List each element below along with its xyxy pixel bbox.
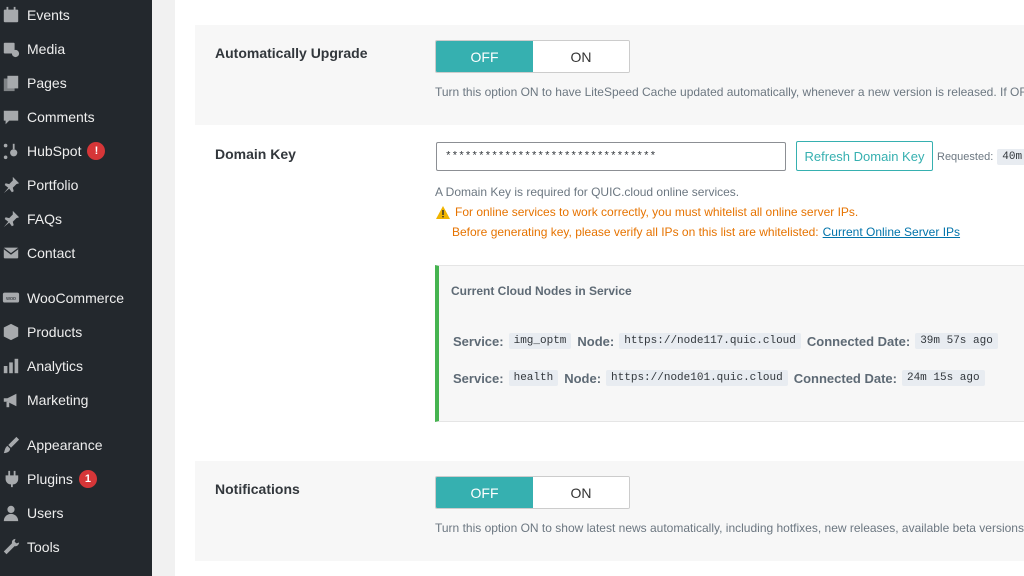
bar-chart-icon <box>1 356 21 376</box>
setting-row-auto-upgrade: Automatically Upgrade OFF ON Turn this o… <box>195 25 1024 125</box>
setting-label: Domain Key <box>215 146 296 162</box>
sidebar-item-analytics[interactable]: Analytics <box>0 351 152 381</box>
date-key: Connected Date: <box>793 370 897 386</box>
cloud-node-row: Service: health Node: https://node101.qu… <box>453 370 991 386</box>
sidebar-item-label: Tools <box>27 539 60 555</box>
sidebar-item-portfolio[interactable]: Portfolio <box>0 170 152 200</box>
user-icon <box>1 503 21 523</box>
cloud-nodes-title: Current Cloud Nodes in Service <box>451 284 632 298</box>
notifications-toggle[interactable]: OFF ON <box>435 476 630 509</box>
setting-description: Turn this option ON to show latest news … <box>435 521 1024 535</box>
cloud-nodes-panel: Current Cloud Nodes in Service Service: … <box>435 265 1024 422</box>
requested-status: Requested: 40m <box>937 149 1024 165</box>
sidebar-item-label: Pages <box>27 75 67 91</box>
current-online-server-ips-link[interactable]: Current Online Server IPs <box>823 225 960 239</box>
sidebar-item-label: Appearance <box>27 437 103 453</box>
sidebar-item-label: WooCommerce <box>27 290 124 306</box>
admin-sidebar: Events Media Pages Comments HubSpot ! Po… <box>0 0 152 576</box>
service-key: Service: <box>453 370 504 386</box>
svg-text:woo: woo <box>5 296 16 302</box>
requested-label: Requested: <box>937 151 994 163</box>
sidebar-item-media[interactable]: Media <box>0 34 152 64</box>
content-gutter <box>152 0 175 576</box>
sidebar-item-label: Events <box>27 7 70 23</box>
toggle-off-option[interactable]: OFF <box>436 477 533 508</box>
sidebar-item-woocommerce[interactable]: woo WooCommerce <box>0 283 152 313</box>
date-value: 24m 15s ago <box>901 370 985 386</box>
pages-icon <box>1 73 21 93</box>
sidebar-item-events[interactable]: Events <box>0 0 152 30</box>
megaphone-icon <box>1 390 21 410</box>
cloud-node-row: Service: img_optm Node: https://node117.… <box>453 333 1004 349</box>
requested-value: 40m <box>997 149 1024 165</box>
node-key: Node: <box>577 333 615 349</box>
plug-icon <box>1 469 21 489</box>
setting-row-notifications: Notifications OFF ON Turn this option ON… <box>195 461 1024 561</box>
domain-key-description: A Domain Key is required for QUIC.cloud … <box>435 185 740 199</box>
refresh-domain-key-button[interactable]: Refresh Domain Key <box>796 141 933 171</box>
sidebar-item-faqs[interactable]: FAQs <box>0 204 152 234</box>
woo-icon: woo <box>1 288 21 308</box>
envelope-icon <box>1 243 21 263</box>
date-key: Connected Date: <box>806 333 911 349</box>
node-key: Node: <box>564 370 602 386</box>
sidebar-item-label: Marketing <box>27 392 89 408</box>
service-value: health <box>508 370 559 386</box>
notification-badge: ! <box>87 142 106 160</box>
sidebar-item-label: Portfolio <box>27 177 79 193</box>
sidebar-item-label: Plugins <box>27 471 73 487</box>
sidebar-item-label: Contact <box>27 245 76 261</box>
sidebar-item-label: Media <box>27 41 66 57</box>
sidebar-item-hubspot[interactable]: HubSpot ! <box>0 136 152 166</box>
sidebar-item-label: FAQs <box>27 211 63 227</box>
sidebar-item-label: HubSpot <box>27 143 82 159</box>
sidebar-item-appearance[interactable]: Appearance <box>0 430 152 460</box>
setting-label: Notifications <box>215 481 300 497</box>
sidebar-item-plugins[interactable]: Plugins 1 <box>0 464 152 494</box>
warning-text: For online services to work correctly, y… <box>455 205 859 219</box>
service-key: Service: <box>453 333 504 349</box>
calendar-icon <box>1 5 21 25</box>
whitelist-warning: For online services to work correctly, y… <box>436 205 858 219</box>
brush-icon <box>1 435 21 455</box>
warning-icon <box>436 205 450 219</box>
service-value: img_optm <box>508 333 572 349</box>
toggle-on-option[interactable]: ON <box>533 477 629 508</box>
sidebar-item-label: Users <box>27 505 64 521</box>
sidebar-item-label: Comments <box>27 109 95 125</box>
sidebar-item-label: Products <box>27 324 83 340</box>
comments-icon <box>1 107 21 127</box>
pin-icon <box>1 209 21 229</box>
sidebar-item-tools[interactable]: Tools <box>0 532 152 562</box>
setting-label: Automatically Upgrade <box>215 45 368 61</box>
sidebar-item-users[interactable]: Users <box>0 498 152 528</box>
toggle-off-option[interactable]: OFF <box>436 41 533 72</box>
box-icon <box>1 322 21 342</box>
sidebar-item-contact[interactable]: Contact <box>0 238 152 268</box>
node-value: https://node117.quic.cloud <box>619 333 801 349</box>
sidebar-item-marketing[interactable]: Marketing <box>0 385 152 415</box>
notification-badge: 1 <box>78 470 97 488</box>
domain-key-input[interactable]: ******************************** <box>436 142 786 171</box>
sidebar-item-label: Analytics <box>27 358 84 374</box>
media-icon <box>1 39 21 59</box>
verify-ips-warning: Before generating key, please verify all… <box>452 225 960 239</box>
date-value: 39m 57s ago <box>915 333 998 349</box>
setting-description: Turn this option ON to have LiteSpeed Ca… <box>435 85 1024 99</box>
toggle-on-option[interactable]: ON <box>533 41 629 72</box>
node-value: https://node101.quic.cloud <box>606 370 788 386</box>
pin-icon <box>1 175 21 195</box>
auto-upgrade-toggle[interactable]: OFF ON <box>435 40 630 73</box>
sidebar-item-comments[interactable]: Comments <box>0 102 152 132</box>
wrench-icon <box>1 537 21 557</box>
hubspot-icon <box>1 141 21 161</box>
warning-text: Before generating key, please verify all… <box>452 225 819 239</box>
sidebar-item-pages[interactable]: Pages <box>0 68 152 98</box>
sidebar-item-products[interactable]: Products <box>0 317 152 347</box>
